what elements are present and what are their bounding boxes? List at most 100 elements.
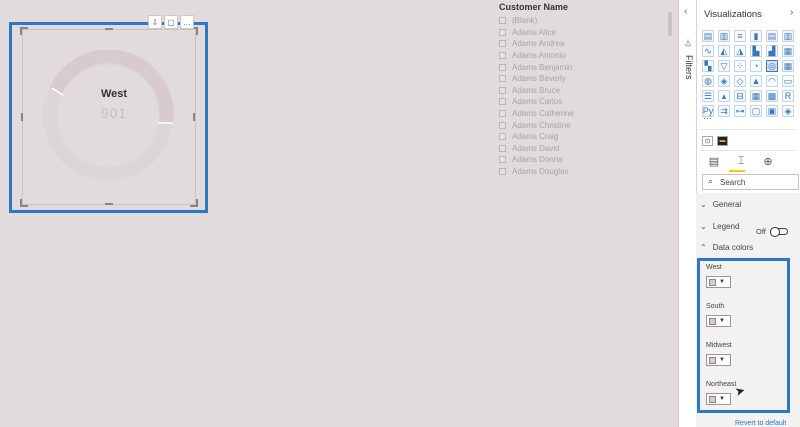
- color-picker[interactable]: ▼: [706, 315, 731, 327]
- matrix-icon[interactable]: ▩: [766, 90, 778, 102]
- map-icon[interactable]: ◍: [702, 75, 714, 87]
- slicer-scrollbar[interactable]: [668, 12, 672, 36]
- resize-handle[interactable]: [20, 199, 28, 207]
- card-icon[interactable]: ▭: [782, 75, 794, 87]
- custom-visual-icon[interactable]: ⊡: [702, 136, 713, 146]
- gauge-icon[interactable]: ◠: [766, 75, 778, 87]
- checkbox[interactable]: [499, 144, 506, 152]
- toggle-switch[interactable]: [769, 227, 788, 237]
- shape-map-icon[interactable]: ◇: [734, 75, 746, 87]
- power-apps-icon[interactable]: ◈: [782, 105, 794, 117]
- slicer-item[interactable]: Adams Craig: [499, 131, 669, 143]
- ribbon-chart-icon[interactable]: ▦: [782, 45, 794, 57]
- filters-pane-collapsed[interactable]: ‹ ⏃ Filters: [678, 0, 696, 427]
- stacked-bar-icon[interactable]: ▤: [702, 30, 714, 42]
- checkbox[interactable]: [499, 63, 506, 71]
- pie-chart-icon[interactable]: ◔: [750, 60, 762, 72]
- resize-handle[interactable]: [20, 27, 28, 35]
- slicer-item[interactable]: Adams David: [499, 143, 669, 155]
- resize-handle[interactable]: [193, 113, 195, 121]
- qa-icon[interactable]: ▢: [750, 105, 762, 117]
- legend-toggle[interactable]: Off: [756, 227, 788, 237]
- chevron-right-icon[interactable]: ›: [790, 7, 793, 18]
- waterfall-icon[interactable]: ▚: [702, 60, 714, 72]
- stacked-column-icon[interactable]: ▥: [718, 30, 730, 42]
- report-canvas[interactable]: ⇩ ▢ … West 901 Customer Name (Blank) Adam…: [0, 0, 678, 427]
- section-data-colors[interactable]: ⌃ Data colors: [700, 243, 753, 252]
- checkbox[interactable]: [499, 40, 506, 48]
- data-color-west: West ▼: [706, 264, 731, 288]
- funnel-chart-icon[interactable]: ▽: [718, 60, 730, 72]
- checkbox[interactable]: [499, 17, 506, 25]
- 100-bar-icon[interactable]: ▤: [766, 30, 778, 42]
- line-chart-icon[interactable]: ∿: [702, 45, 714, 57]
- clustered-column-icon[interactable]: ▮: [750, 30, 762, 42]
- checkbox[interactable]: [499, 98, 506, 106]
- color-picker[interactable]: ▼: [706, 354, 731, 366]
- checkbox[interactable]: [499, 133, 506, 141]
- multi-row-card-icon[interactable]: ☰: [702, 90, 714, 102]
- smart-narrative-icon[interactable]: ▣: [766, 105, 778, 117]
- slicer-item[interactable]: Adams Bruce: [499, 85, 669, 97]
- decomposition-tree-icon[interactable]: ⊶: [734, 105, 746, 117]
- slicer-item[interactable]: Adams Christine: [499, 119, 669, 131]
- checkbox[interactable]: [499, 86, 506, 94]
- slicer-item[interactable]: Adams Carlos: [499, 96, 669, 108]
- filled-map-icon[interactable]: ◈: [718, 75, 730, 87]
- checkbox[interactable]: [499, 121, 506, 129]
- checkbox[interactable]: [499, 168, 506, 176]
- table-icon[interactable]: ▦: [750, 90, 762, 102]
- color-picker[interactable]: ▼: [706, 276, 731, 288]
- more-options-icon[interactable]: …: [180, 15, 194, 29]
- slicer-item[interactable]: Adams Benjamin: [499, 61, 669, 73]
- azure-map-icon[interactable]: ▲: [750, 75, 762, 87]
- more-visuals-icon[interactable]: ···: [703, 113, 712, 123]
- resize-handle[interactable]: [21, 113, 23, 121]
- checkbox[interactable]: [499, 110, 506, 118]
- slicer-icon[interactable]: ⊟: [734, 90, 746, 102]
- clustered-bar-icon[interactable]: ≡: [734, 30, 746, 42]
- scatter-icon[interactable]: ⁘: [734, 60, 746, 72]
- format-tab-icon[interactable]: ⌶: [734, 154, 748, 168]
- analytics-tab-icon[interactable]: ⊕: [761, 154, 775, 168]
- focus-mode-icon[interactable]: ▢: [164, 15, 178, 29]
- slicer-item[interactable]: Adams Douglas: [499, 166, 669, 178]
- slicer-item[interactable]: (Blank): [499, 15, 669, 27]
- slicer-item[interactable]: Adams Alice: [499, 27, 669, 39]
- custom-visual-icon[interactable]: ▬: [717, 136, 728, 146]
- slicer-list: (Blank) Adams Alice Adams Andrea Adams Anto…: [499, 15, 669, 177]
- resize-handle[interactable]: [190, 199, 198, 207]
- section-legend[interactable]: ⌄ Legend: [700, 222, 739, 231]
- revert-to-default-link[interactable]: Revert to default: [735, 420, 786, 427]
- line-column-icon[interactable]: ▙: [750, 45, 762, 57]
- fields-tab-icon[interactable]: ▤: [707, 154, 721, 168]
- section-label: Legend: [712, 222, 740, 231]
- checkbox[interactable]: [499, 156, 506, 164]
- checkbox[interactable]: [499, 75, 506, 83]
- section-general[interactable]: ⌄ General: [700, 200, 741, 209]
- resize-handle[interactable]: [105, 28, 113, 30]
- area-chart-icon[interactable]: ◭: [718, 45, 730, 57]
- slicer-item[interactable]: Adams Donna: [499, 154, 669, 166]
- checkbox[interactable]: [499, 28, 506, 36]
- format-search-input[interactable]: ⌕ Search: [702, 174, 799, 190]
- slicer-item[interactable]: Adams Beverly: [499, 73, 669, 85]
- pin-icon[interactable]: ⇩: [148, 15, 162, 29]
- stacked-area-icon[interactable]: ◮: [734, 45, 746, 57]
- treemap-icon[interactable]: ▦: [782, 60, 794, 72]
- color-swatch: [709, 278, 716, 286]
- donut-chart-icon[interactable]: ◎: [766, 60, 778, 72]
- slicer-item[interactable]: Adams Andrea: [499, 38, 669, 50]
- line-stacked-column-icon[interactable]: ▟: [766, 45, 778, 57]
- 100-column-icon[interactable]: ▥: [782, 30, 794, 42]
- color-picker[interactable]: ▼: [706, 393, 731, 405]
- r-visual-icon[interactable]: R: [782, 90, 794, 102]
- resize-handle[interactable]: [105, 203, 113, 205]
- key-influencers-icon[interactable]: ⇉: [718, 105, 730, 117]
- chevron-left-icon[interactable]: ‹: [684, 6, 687, 17]
- filters-label[interactable]: Filters: [684, 55, 694, 80]
- slicer-item[interactable]: Adams Antonio: [499, 50, 669, 62]
- slicer-item[interactable]: Adams Catherine: [499, 108, 669, 120]
- checkbox[interactable]: [499, 52, 506, 60]
- kpi-icon[interactable]: ▴: [718, 90, 730, 102]
